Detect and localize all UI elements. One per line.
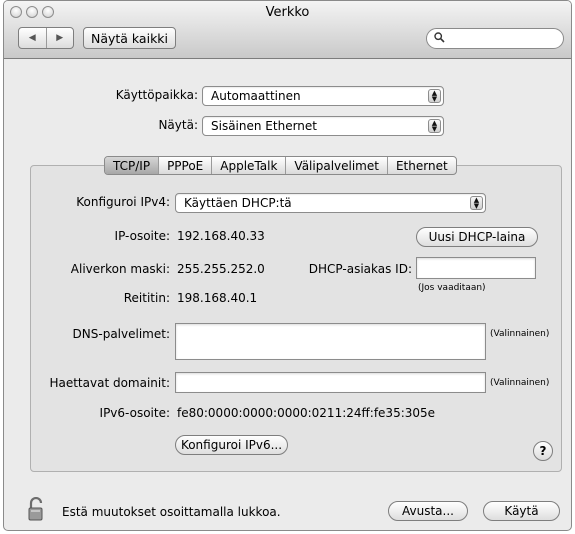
dns-servers-label: DNS-palvelimet: (72, 327, 170, 341)
subnet-mask-value: 255.255.252.0 (177, 262, 265, 276)
search-icon (434, 32, 445, 43)
subnet-mask-label: Aliverkon maski: (70, 262, 170, 276)
back-forward-control: ◀ ▶ (18, 27, 74, 49)
tab-pppoe[interactable]: PPPoE (158, 157, 211, 174)
title-bar: Verkko ◀ ▶ Näytä kaikki (4, 1, 571, 59)
forward-arrow-icon[interactable]: ▶ (45, 28, 74, 48)
search-domains-label: Haettavat domainit: (49, 376, 170, 390)
search-domains-field[interactable] (175, 372, 486, 393)
configure-ipv6-button[interactable]: Konfiguroi IPv6... (175, 435, 288, 455)
show-all-button[interactable]: Näytä kaikki (83, 27, 176, 49)
location-label: Käyttöpaikka: (115, 88, 198, 102)
show-label: Näytä: (158, 118, 198, 132)
show-value: Sisäinen Ethernet (211, 119, 317, 133)
lock-instruction-text: Estä muutokset osoittamalla lukkoa. (62, 505, 281, 519)
location-value: Automaattinen (211, 89, 301, 103)
renew-dhcp-lease-button[interactable]: Uusi DHCP-laina (416, 227, 538, 247)
help-button[interactable]: ? (533, 441, 553, 461)
tab-tcpip[interactable]: TCP/IP (105, 157, 159, 174)
popup-arrows-icon: ▲ ▼ (428, 119, 441, 133)
popup-arrows-icon: ▲ ▼ (428, 89, 441, 103)
tab-bar: TCP/IP PPPoE AppleTalk Välipalvelimet Et… (104, 156, 457, 175)
tab-ethernet[interactable]: Ethernet (386, 157, 456, 174)
search-domains-optional-hint: (Valinnainen) (490, 378, 550, 388)
lock-icon[interactable] (28, 497, 46, 521)
show-popup[interactable]: Sisäinen Ethernet ▲ ▼ (202, 116, 444, 136)
ip-address-label: IP-osoite: (114, 229, 170, 243)
dhcp-client-id-label: DHCP-asiakas ID: (308, 262, 412, 276)
window-title: Verkko (265, 5, 310, 20)
dhcp-client-id-field[interactable] (416, 257, 536, 279)
dns-servers-field[interactable] (175, 323, 486, 360)
tab-proxies[interactable]: Välipalvelimet (285, 157, 387, 174)
tab-appletalk[interactable]: AppleTalk (211, 157, 285, 174)
ipv6-address-value: fe80:0000:0000:0000:0211:24ff:fe35:305e (177, 406, 436, 420)
configure-ipv4-value: Käyttäen DHCP:tä (184, 196, 292, 210)
configure-ipv4-popup[interactable]: Käyttäen DHCP:tä ▲ ▼ (175, 193, 486, 213)
search-field[interactable] (426, 28, 564, 49)
assist-button[interactable]: Avusta... (388, 501, 468, 521)
location-popup[interactable]: Automaattinen ▲ ▼ (202, 86, 444, 106)
router-label: Reititin: (123, 291, 170, 305)
router-value: 198.168.40.1 (177, 291, 258, 305)
popup-arrows-icon: ▲ ▼ (470, 196, 483, 210)
dns-optional-hint: (Valinnainen) (490, 329, 550, 339)
if-required-hint: (Jos vaaditaan) (418, 283, 486, 293)
configure-ipv4-label: Konfiguroi IPv4: (76, 195, 170, 209)
network-preferences-window: Verkko ◀ ▶ Näytä kaikki Käyttöpaikka: Au… (3, 0, 572, 531)
back-arrow-icon[interactable]: ◀ (19, 28, 46, 48)
ip-address-value: 192.168.40.33 (177, 229, 265, 243)
ipv6-address-label: IPv6-osoite: (99, 406, 170, 420)
apply-button[interactable]: Käytä (483, 501, 560, 521)
